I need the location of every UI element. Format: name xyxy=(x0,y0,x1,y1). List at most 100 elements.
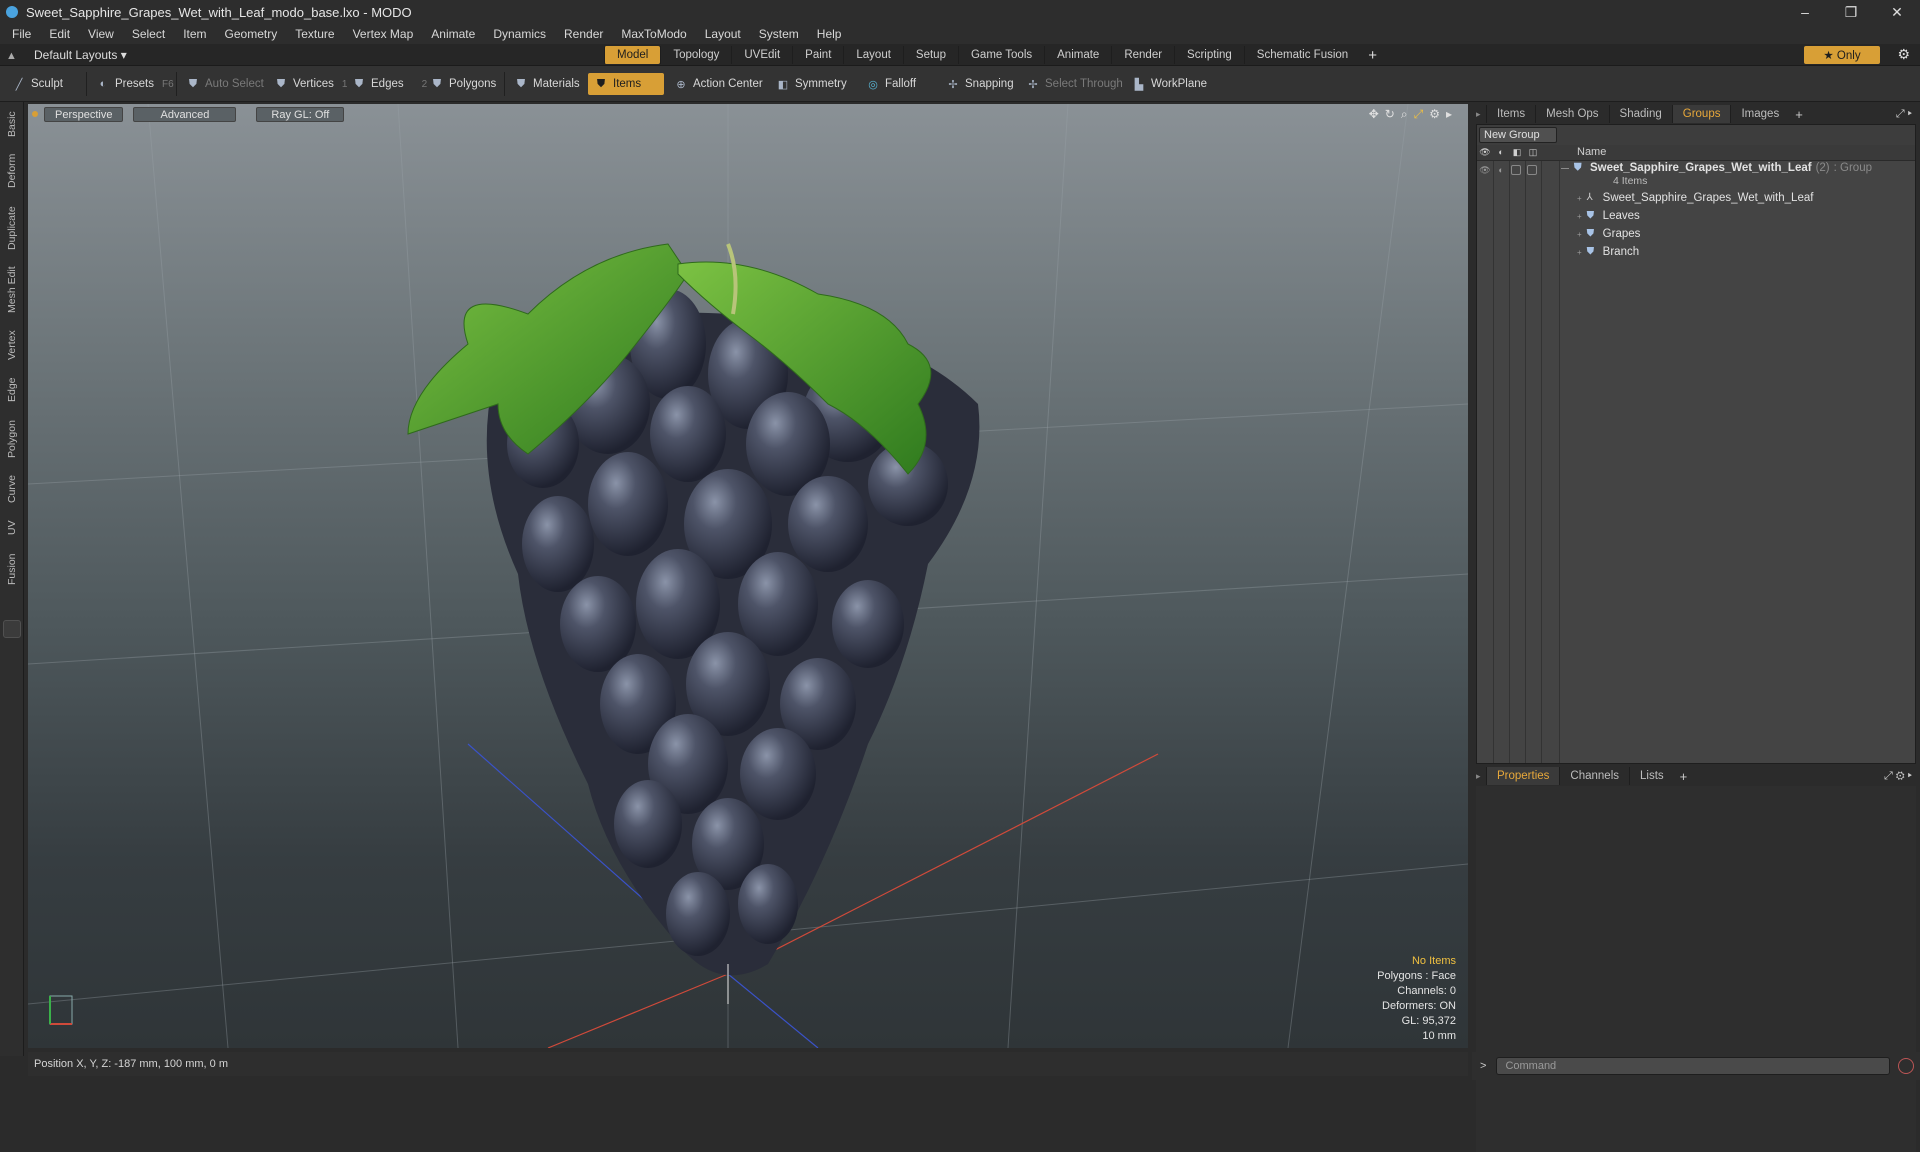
group-select-toggle[interactable] xyxy=(1527,165,1537,175)
close-button[interactable]: ✕ xyxy=(1874,0,1920,24)
tab-mesh-ops[interactable]: Mesh Ops xyxy=(1535,105,1608,123)
menu-maxtomodo[interactable]: MaxToModo xyxy=(615,27,698,41)
edges-button[interactable]: ⛊ Edges 2 xyxy=(346,73,433,95)
tab-schematic-fusion[interactable]: Schematic Fusion xyxy=(1243,46,1360,64)
new-group-button[interactable]: New Group xyxy=(1479,127,1557,143)
restore-button[interactable]: ❐ xyxy=(1828,0,1874,24)
vtab-basic[interactable]: Basic xyxy=(3,106,21,142)
vtab-polygon[interactable]: Polygon xyxy=(3,414,21,464)
materials-button[interactable]: ⛊ Materials xyxy=(508,73,586,95)
menu-item[interactable]: Item xyxy=(177,27,218,41)
menu-file[interactable]: File xyxy=(6,27,43,41)
collapse-icon[interactable]: — xyxy=(1561,164,1569,173)
command-history-icon[interactable]: > xyxy=(1480,1060,1486,1072)
falloff-button[interactable]: ◎ Falloff xyxy=(860,73,922,95)
menu-view[interactable]: View xyxy=(82,27,126,41)
only-toggle[interactable]: ★ Only xyxy=(1804,46,1880,64)
add-tab-icon[interactable]: + xyxy=(1368,47,1377,64)
command-clear-icon[interactable] xyxy=(1898,1058,1915,1074)
vtab-uv[interactable]: UV xyxy=(3,514,21,542)
tab-items[interactable]: Items xyxy=(1486,105,1535,123)
tab-game-tools[interactable]: Game Tools xyxy=(957,46,1044,64)
vtab-fusion[interactable]: Fusion xyxy=(3,548,21,590)
gear-icon[interactable]: ⚙ xyxy=(1897,46,1910,63)
symmetry-button[interactable]: ◧ Symmetry xyxy=(770,73,853,95)
panel-menu-icon[interactable]: ▸ xyxy=(1476,109,1486,120)
tab-animate[interactable]: Animate xyxy=(1044,46,1111,64)
menu-dynamics[interactable]: Dynamics xyxy=(487,27,558,41)
group-child-item[interactable]: + ⛊ Grapes xyxy=(1577,225,1640,243)
rotate-icon[interactable]: ↻ xyxy=(1385,107,1395,122)
tab-shading[interactable]: Shading xyxy=(1608,105,1672,123)
group-lock-toggle[interactable] xyxy=(1511,165,1521,175)
tab-channels[interactable]: Channels xyxy=(1559,767,1629,785)
view-type-button[interactable]: Perspective xyxy=(44,106,124,122)
lock-column-icon[interactable]: ◧ xyxy=(1511,147,1523,159)
layouts-dropdown[interactable]: ▲ Default Layouts ▾ xyxy=(6,44,127,66)
menu-help[interactable]: Help xyxy=(811,27,854,41)
vertices-button[interactable]: ⛊ Vertices 1 xyxy=(268,73,353,95)
snapping-button[interactable]: ✢ Snapping xyxy=(940,73,1020,95)
fit-icon[interactable]: ⤢ xyxy=(1414,107,1424,122)
expand-panel-button[interactable] xyxy=(3,620,21,638)
vtab-deform[interactable]: Deform xyxy=(3,148,21,194)
expand-icon[interactable]: + xyxy=(1577,212,1582,221)
group-row[interactable]: — ⛊ Sweet_Sapphire_Grapes_Wet_with_Leaf … xyxy=(1561,159,1872,177)
workplane-button[interactable]: ▙ WorkPlane xyxy=(1126,73,1213,95)
menu-select[interactable]: Select xyxy=(126,27,177,41)
menu-render[interactable]: Render xyxy=(558,27,615,41)
tab-properties[interactable]: Properties xyxy=(1486,767,1560,785)
raygl-button[interactable]: Ray GL: Off xyxy=(256,106,345,122)
menu-system[interactable]: System xyxy=(753,27,811,41)
vtab-mesh-edit[interactable]: Mesh Edit xyxy=(3,262,21,318)
visibility-column-icon[interactable]: 👁 xyxy=(1479,147,1491,159)
expand-icon[interactable]: + xyxy=(1577,248,1582,257)
menu-geometry[interactable]: Geometry xyxy=(219,27,290,41)
tab-paint[interactable]: Paint xyxy=(792,46,843,64)
3d-viewport[interactable]: Perspective Advanced Ray GL: Off ✥ ↻ ⌕ ⤢… xyxy=(28,104,1468,1048)
name-column-header[interactable]: Name xyxy=(1577,146,1606,158)
tab-setup[interactable]: Setup xyxy=(902,46,958,64)
expand-icon[interactable]: + xyxy=(1577,194,1582,203)
tab-render[interactable]: Render xyxy=(1111,46,1174,64)
expand-icon[interactable]: + xyxy=(1577,230,1582,239)
vtab-curve[interactable]: Curve xyxy=(3,470,21,508)
menu-animate[interactable]: Animate xyxy=(425,27,487,41)
action-center-button[interactable]: ⊕ Action Center xyxy=(668,73,769,95)
group-child-item[interactable]: + ⛊ Branch xyxy=(1577,243,1639,261)
menu-vertex-map[interactable]: Vertex Map xyxy=(347,27,426,41)
shading-mode-button[interactable]: Advanced xyxy=(133,106,237,122)
panel-expand-icon[interactable]: ⤢ ▸ xyxy=(1896,108,1912,121)
menu-layout[interactable]: Layout xyxy=(699,27,753,41)
tab-layout[interactable]: Layout xyxy=(843,46,903,64)
polygons-button[interactable]: ⛊ Polygons xyxy=(424,73,502,95)
menu-texture[interactable]: Texture xyxy=(289,27,346,41)
tab-groups[interactable]: Groups xyxy=(1671,105,1731,123)
tab-uvedit[interactable]: UVEdit xyxy=(731,46,792,64)
group-visibility-toggle[interactable]: 👁 xyxy=(1479,165,1491,177)
command-input[interactable] xyxy=(1496,1057,1891,1075)
sculpt-button[interactable]: ╱ Sculpt xyxy=(6,73,69,95)
add-panel-tab-icon[interactable]: + xyxy=(1680,769,1688,784)
vtab-vertex[interactable]: Vertex xyxy=(3,324,21,366)
group-render-toggle[interactable]: ◐ xyxy=(1495,165,1507,177)
select-through-button[interactable]: ✢ Select Through xyxy=(1020,73,1129,95)
panel-menu-icon[interactable]: ▸ xyxy=(1476,771,1486,782)
collapse-up-icon[interactable]: ▲ xyxy=(6,50,18,62)
viewport-gear-icon[interactable]: ⚙ xyxy=(1429,107,1440,122)
tab-scripting[interactable]: Scripting xyxy=(1174,46,1244,64)
items-button[interactable]: ⛊ Items xyxy=(588,73,664,95)
tab-lists[interactable]: Lists xyxy=(1629,767,1674,785)
panel-expand-icon[interactable]: ⤢ ⚙ ▸ xyxy=(1884,770,1912,783)
tab-topology[interactable]: Topology xyxy=(660,46,731,64)
group-child-item[interactable]: + ⅄ Sweet_Sapphire_Grapes_Wet_with_Leaf xyxy=(1577,189,1813,207)
zoom-icon[interactable]: ⌕ xyxy=(1401,107,1408,122)
vtab-duplicate[interactable]: Duplicate xyxy=(3,200,21,256)
auto-select-button[interactable]: ⛊ Auto Select xyxy=(180,73,270,95)
minimize-button[interactable]: – xyxy=(1782,0,1828,24)
pan-icon[interactable]: ✥ xyxy=(1369,107,1379,122)
vtab-edge[interactable]: Edge xyxy=(3,372,21,408)
menu-edit[interactable]: Edit xyxy=(43,27,82,41)
add-panel-tab-icon[interactable]: + xyxy=(1795,107,1803,122)
render-column-icon[interactable]: ◐ xyxy=(1495,147,1507,159)
